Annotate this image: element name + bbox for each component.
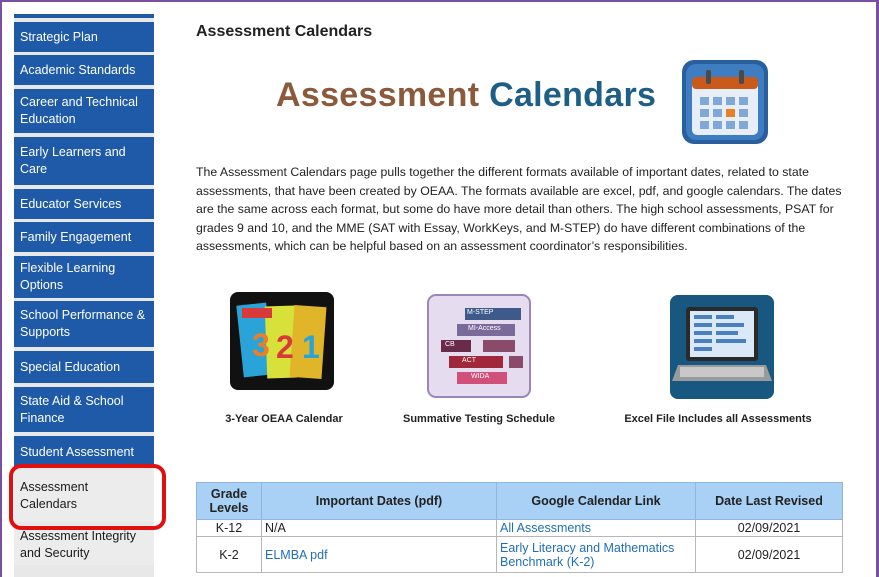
sidebar-item-label: Career and Technical Education (20, 95, 138, 126)
assessment-dates-table: Grade Levels Important Dates (pdf) Googl… (196, 482, 843, 573)
link-elmba-pdf[interactable]: ELMBA pdf (261, 536, 497, 573)
schedule-label-mstep: M-STEP (467, 309, 494, 316)
card-caption-summative-schedule[interactable]: Summative Testing Schedule (394, 413, 564, 425)
cell-revised: 02/09/2021 (695, 536, 843, 573)
sidebar-item-label: School Performance & Supports (20, 308, 146, 339)
table-row: K-2 ELMBA pdf Early Literacy and Mathema… (196, 536, 843, 573)
schedule-label-act: ACT (462, 357, 476, 364)
header-important-dates: Important Dates (pdf) (261, 482, 497, 520)
schedule-label-wida: WIDA (471, 373, 490, 380)
sidebar-item-label: Flexible Learning Options (20, 261, 116, 292)
sidebar-item-label: Special Education (20, 359, 121, 374)
table-header-row: Grade Levels Important Dates (pdf) Googl… (196, 482, 843, 520)
sidebar-item-label: State Aid & School Finance (20, 393, 124, 425)
banner-word-calendars: Calendars (489, 76, 657, 114)
intro-paragraph: The Assessment Calendars page pulls toge… (196, 165, 842, 253)
header-grade-levels: Grade Levels (196, 482, 262, 520)
sidebar-item-label: Strategic Plan (20, 29, 98, 44)
table-row: K-12 N/A All Assessments 02/09/2021 (196, 519, 843, 537)
card-caption-excel-file[interactable]: Excel File Includes all Assessments (618, 413, 818, 425)
sidebar-item-strategic-plan[interactable]: Strategic Plan (14, 22, 154, 52)
cell-grade: K-12 (196, 519, 262, 537)
schedule-label-miaccess: MI-Access (468, 325, 501, 332)
sidebar-item-label: Early Learners and Care (20, 145, 126, 176)
sidebar-item-label: Assessment Integrity and Security (20, 529, 137, 560)
sidebar-item-family-engagement[interactable]: Family Engagement (14, 222, 154, 252)
header-google-calendar: Google Calendar Link (496, 482, 696, 520)
calendar-numbers-icon[interactable]: 3 2 1 (230, 292, 334, 390)
sidebar-item-label: Family Engagement (20, 229, 132, 244)
link-all-assessments[interactable]: All Assessments (496, 519, 696, 537)
calendar-icon (682, 60, 768, 144)
sidebar-item-flexible-learning[interactable]: Flexible Learning Options (14, 256, 154, 298)
sidebar-item-career-technical-education[interactable]: Career and Technical Education (14, 89, 154, 133)
sidebar-item-label: Educator Services (20, 196, 122, 211)
schedule-label-cb: CB (445, 341, 455, 348)
sidebar-item-label: Academic Standards (20, 62, 136, 77)
cell-grade: K-2 (196, 536, 262, 573)
banner-title: Assessment Calendars (276, 76, 656, 115)
svg-text:2: 2 (276, 329, 294, 365)
sidebar-top-edge (14, 14, 154, 18)
sidebar-item-assessment-integrity[interactable]: Assessment Integrity and Security (14, 525, 154, 565)
sidebar-item-educator-services[interactable]: Educator Services (14, 189, 154, 219)
sidebar-item-early-learners[interactable]: Early Learners and Care (14, 137, 154, 185)
sidebar-item-academic-standards[interactable]: Academic Standards (14, 55, 154, 85)
svg-text:3: 3 (252, 327, 270, 363)
page-title: Assessment Calendars (196, 23, 373, 40)
card-caption-3-year-calendar[interactable]: 3-Year OEAA Calendar (214, 413, 354, 425)
sidebar-item-state-aid[interactable]: State Aid & School Finance (14, 387, 154, 432)
cell-pdf: N/A (261, 519, 497, 537)
sidebar-item-special-education[interactable]: Special Education (14, 351, 154, 383)
sidebar-item-label: Student Assessment (20, 444, 134, 459)
header-date-revised: Date Last Revised (695, 482, 843, 520)
laptop-spreadsheet-icon[interactable] (670, 295, 774, 399)
sidebar-item-school-performance[interactable]: School Performance & Supports (14, 301, 154, 347)
svg-text:1: 1 (302, 329, 320, 365)
banner-word-assessment: Assessment (276, 76, 480, 114)
link-early-literacy-calendar[interactable]: Early Literacy and Mathematics Benchmark… (496, 536, 696, 573)
cell-revised: 02/09/2021 (695, 519, 843, 537)
selection-highlight-outline (9, 464, 166, 530)
